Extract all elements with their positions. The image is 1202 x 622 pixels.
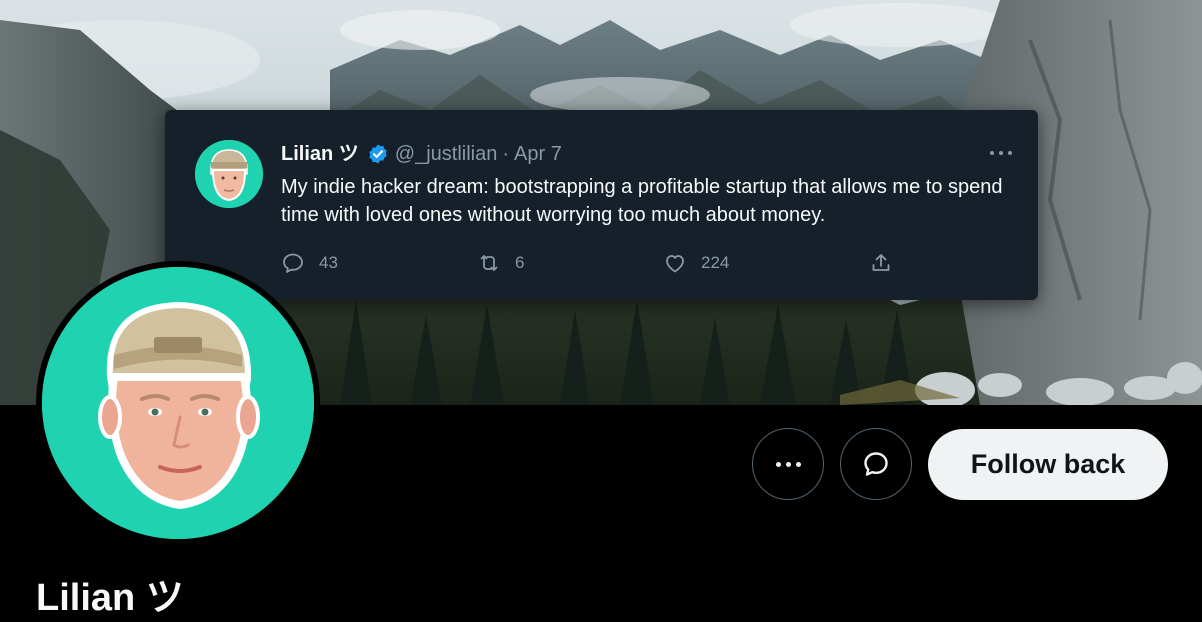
profile-display-name: Lilian ツ — [36, 577, 184, 619]
profile-avatar[interactable] — [36, 261, 320, 545]
retweet-button[interactable]: 6 — [477, 248, 524, 278]
share-icon — [872, 254, 890, 271]
more-options-button[interactable] — [752, 428, 824, 500]
more-icon — [775, 461, 801, 467]
message-icon — [864, 452, 888, 476]
reply-button[interactable]: 43 — [281, 248, 338, 278]
verified-badge-icon[interactable] — [367, 143, 389, 165]
retweet-count: 6 — [515, 253, 525, 272]
tweet-header: Lilian ツ @_justlilian · Apr 7 — [281, 141, 562, 167]
reply-count: 43 — [319, 253, 338, 272]
tweet-text: My indie hacker dream: bootstrapping a p… — [281, 176, 1003, 226]
message-button[interactable] — [840, 428, 912, 500]
heart-icon — [666, 255, 684, 273]
more-icon[interactable] — [988, 142, 1014, 164]
tweet-author-name[interactable]: Lilian ツ — [281, 141, 359, 167]
share-button[interactable] — [869, 248, 907, 278]
like-button[interactable]: 224 — [663, 248, 729, 278]
tweet-author-avatar[interactable] — [195, 140, 263, 208]
like-count: 224 — [701, 253, 730, 272]
person-face-image — [42, 267, 314, 539]
header-separator: · — [502, 143, 510, 165]
tweet-date[interactable]: Apr 7 — [514, 141, 562, 167]
retweet-icon — [480, 255, 498, 271]
tweet-author-handle[interactable]: @_justlilian — [395, 141, 498, 167]
tweet-action-bar: 43 6 224 — [281, 248, 901, 278]
person-face-image — [195, 140, 263, 208]
reply-icon — [283, 253, 303, 273]
embedded-tweet-card[interactable]: Lilian ツ @_justlilian · Apr 7 My indie h… — [165, 110, 1038, 300]
follow-back-button[interactable]: Follow back — [928, 429, 1168, 500]
